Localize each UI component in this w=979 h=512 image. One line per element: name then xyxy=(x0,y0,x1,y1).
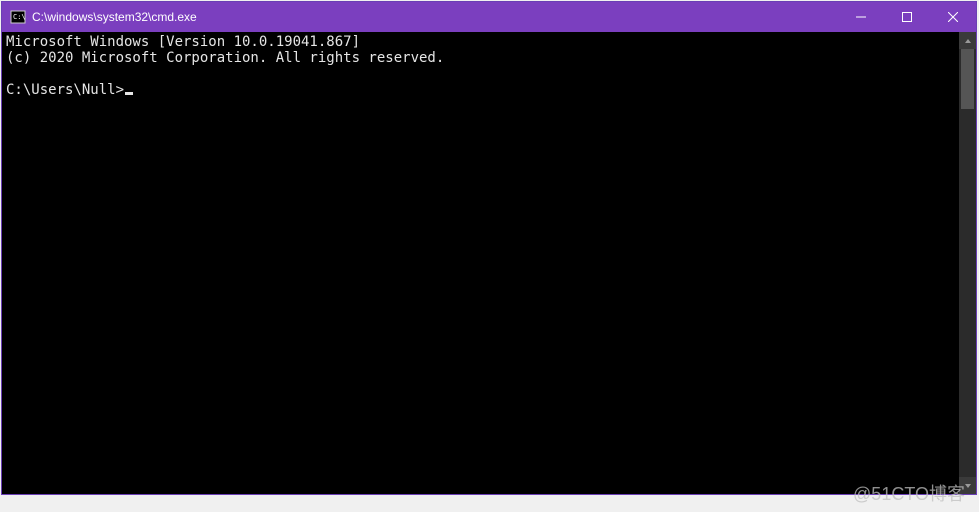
svg-text:C:\: C:\ xyxy=(13,13,26,21)
scroll-up-button[interactable] xyxy=(959,32,976,49)
cmd-icon: C:\ xyxy=(10,9,26,25)
minimize-button[interactable] xyxy=(838,2,884,32)
output-line: Microsoft Windows [Version 10.0.19041.86… xyxy=(6,34,360,50)
titlebar[interactable]: C:\ C:\windows\system32\cmd.exe xyxy=(2,2,976,32)
terminal-output[interactable]: Microsoft Windows [Version 10.0.19041.86… xyxy=(2,32,959,494)
output-line: (c) 2020 Microsoft Corporation. All righ… xyxy=(6,50,444,66)
maximize-button[interactable] xyxy=(884,2,930,32)
cmd-window: C:\ C:\windows\system32\cmd.exe Microsof… xyxy=(1,1,977,495)
vertical-scrollbar[interactable] xyxy=(959,32,976,494)
client-area: Microsoft Windows [Version 10.0.19041.86… xyxy=(2,32,976,494)
scroll-thumb[interactable] xyxy=(961,49,974,109)
window-controls xyxy=(838,2,976,32)
close-button[interactable] xyxy=(930,2,976,32)
cursor xyxy=(125,92,133,95)
scroll-track[interactable] xyxy=(959,49,976,477)
prompt: C:\Users\Null> xyxy=(6,82,124,98)
scroll-down-button[interactable] xyxy=(959,477,976,494)
window-title: C:\windows\system32\cmd.exe xyxy=(32,10,838,24)
